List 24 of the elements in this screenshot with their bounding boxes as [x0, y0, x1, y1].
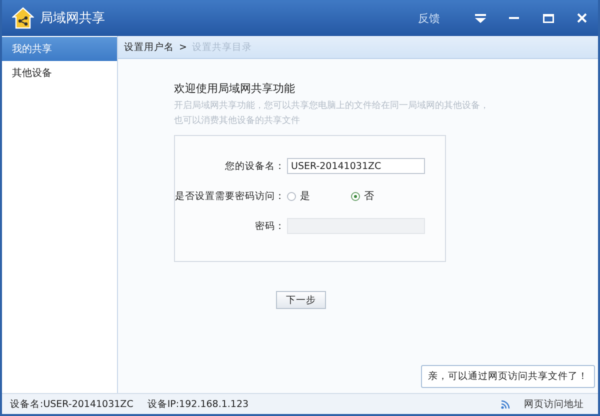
- welcome-heading: 欢迎使用局域网共享功能: [174, 81, 296, 96]
- rss-icon: [501, 400, 510, 408]
- device-name-field[interactable]: USER-20141031ZC: [287, 158, 425, 174]
- feedback-link[interactable]: 反馈: [418, 10, 440, 26]
- sidebar-item[interactable]: 其他设备: [2, 61, 117, 85]
- next-button[interactable]: 下一步: [276, 291, 326, 309]
- window-title: 局域网共享: [40, 10, 106, 27]
- radio-label: 否: [364, 190, 374, 203]
- radio-button[interactable]: [351, 192, 360, 200]
- field-label: 密码：: [254, 220, 286, 232]
- web-access-link[interactable]: 网页访问地址: [524, 398, 584, 410]
- breadcrumb-step: 设置用户名: [124, 40, 174, 54]
- device-ip-text: 设备IP:192.168.1.123: [147, 398, 249, 410]
- house-share-icon: [12, 7, 34, 29]
- device-name-text: 设备名:USER-20141031ZC: [10, 398, 134, 410]
- radio-label: 是: [300, 190, 310, 203]
- radio-button[interactable]: [287, 192, 296, 200]
- intro-text: 也可以消费其他设备的共享文件: [174, 114, 301, 128]
- field-label: 是否设置需要密码访问：: [175, 190, 286, 202]
- dropdown-menu-icon[interactable]: [472, 11, 488, 25]
- field-label: 您的设备名：: [224, 160, 286, 172]
- tooltip: 亲，可以通过网页访问共享文件了！: [421, 365, 595, 388]
- breadcrumb-step: >: [179, 42, 187, 52]
- sidebar-item[interactable]: 我的共享: [2, 37, 117, 61]
